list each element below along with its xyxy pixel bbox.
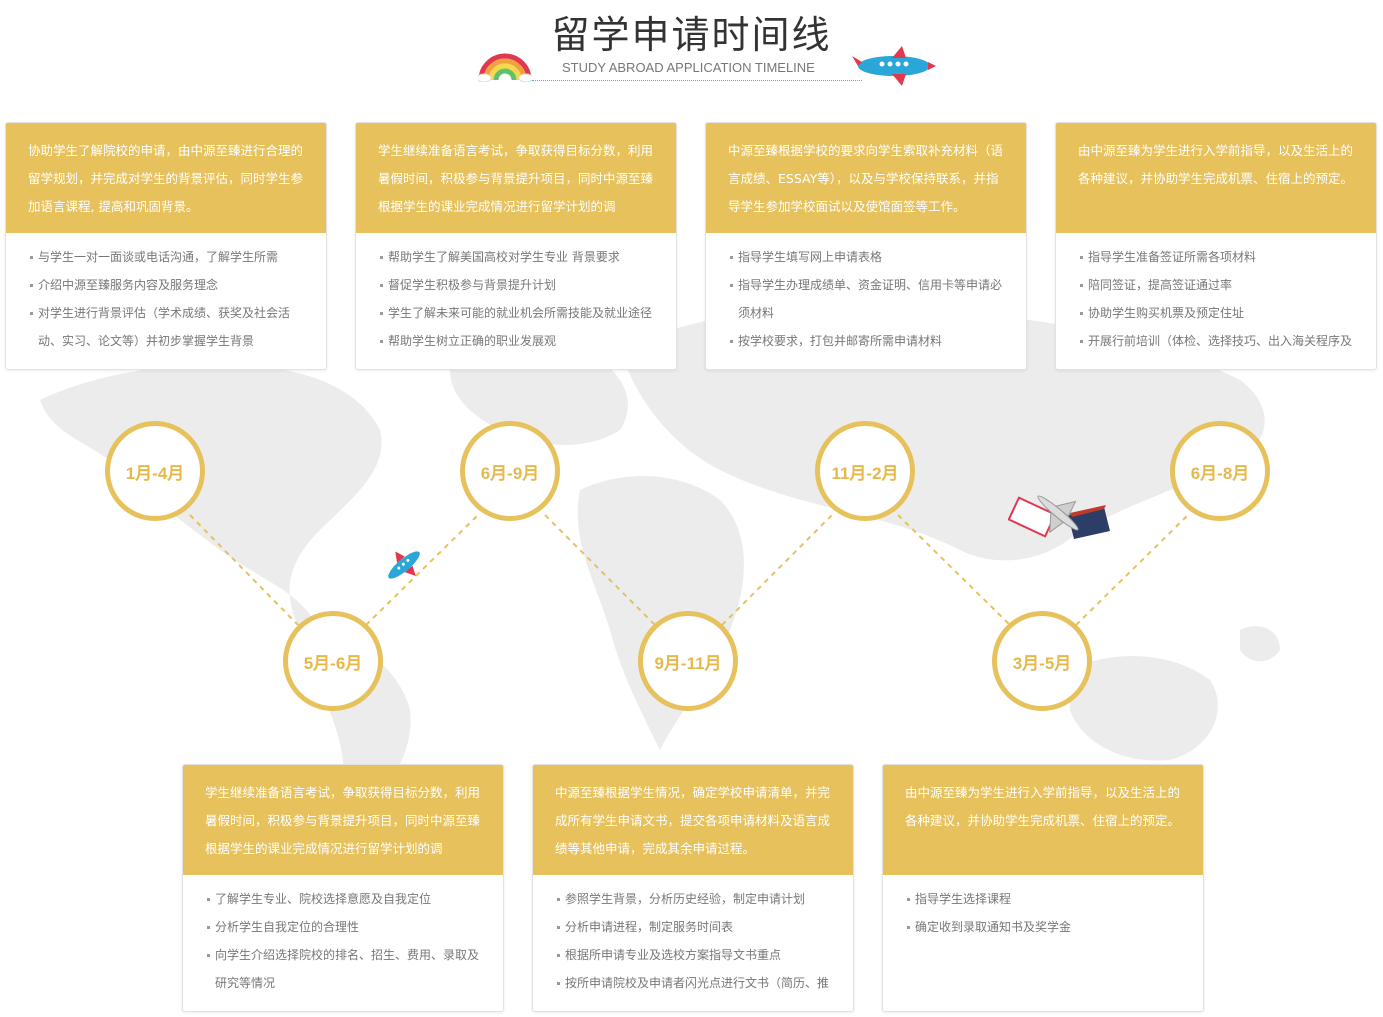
list-item: 对学生进行背景评估（学术成绩、获奖及社会活动、实习、论文等）并初步掌握学生背景 bbox=[30, 299, 310, 355]
card-summary: 学生继续准备语言考试，争取获得目标分数，利用暑假时间，积极参与背景提升项目，同时… bbox=[183, 765, 503, 875]
card-summary: 中源至臻根据学校的要求向学生索取补充材料（语言成绩、ESSAY等），以及与学校保… bbox=[706, 123, 1026, 233]
timeline-node-4: 9月-11月 bbox=[638, 611, 738, 711]
card-task-list: 参照学生背景，分析历史经验，制定申请计划 分析申请进程，制定服务时间表 根据所申… bbox=[533, 875, 853, 1003]
list-item: 分析申请进程，制定服务时间表 bbox=[557, 913, 837, 941]
timeline-node-6: 3月-5月 bbox=[992, 611, 1092, 711]
list-item: 督促学生积极参与背景提升计划 bbox=[380, 271, 660, 299]
list-item: 按学校要求，打包并邮寄所需申请材料 bbox=[730, 327, 1010, 355]
card-summary: 学生继续准备语言考试，争取获得目标分数，利用暑假时间，积极参与背景提升项目，同时… bbox=[356, 123, 676, 233]
timeline-card-top-2: 学生继续准备语言考试，争取获得目标分数，利用暑假时间，积极参与背景提升项目，同时… bbox=[355, 122, 677, 370]
timeline-card-bottom-1: 学生继续准备语言考试，争取获得目标分数，利用暑假时间，积极参与背景提升项目，同时… bbox=[182, 764, 504, 1012]
card-task-list: 指导学生准备签证所需各项材料 陪同签证，提高签证通过率 协助学生购买机票及预定住… bbox=[1056, 233, 1376, 361]
list-item: 向学生介绍选择院校的排名、招生、费用、录取及研究等情况 bbox=[207, 941, 487, 997]
timeline-card-top-3: 中源至臻根据学校的要求向学生索取补充材料（语言成绩、ESSAY等），以及与学校保… bbox=[705, 122, 1027, 370]
list-item: 帮助学生树立正确的职业发展观 bbox=[380, 327, 660, 355]
timeline-card-top-4: 由中源至臻为学生进行入学前指导，以及生活上的各种建议，并协助学生完成机票、住宿上… bbox=[1055, 122, 1377, 370]
list-item: 与学生一对一面谈或电话沟通，了解学生所需 bbox=[30, 243, 310, 271]
list-item: 开展行前培训（体检、选择技巧、出入海关程序及 bbox=[1080, 327, 1360, 355]
timeline-node-1: 1月-4月 bbox=[105, 421, 205, 521]
list-item: 了解学生专业、院校选择意愿及自我定位 bbox=[207, 885, 487, 913]
card-summary: 由中源至臻为学生进行入学前指导，以及生活上的各种建议，并协助学生完成机票、住宿上… bbox=[883, 765, 1203, 875]
list-item: 介绍中源至臻服务内容及服务理念 bbox=[30, 271, 310, 299]
tickets-airplane-icon bbox=[1008, 495, 1110, 539]
list-item: 陪同签证，提高签证通过率 bbox=[1080, 271, 1360, 299]
timeline-node-3: 6月-9月 bbox=[460, 421, 560, 521]
small-airplane-icon bbox=[388, 551, 420, 579]
list-item: 参照学生背景，分析历史经验，制定申请计划 bbox=[557, 885, 837, 913]
list-item: 指导学生填写网上申请表格 bbox=[730, 243, 1010, 271]
card-summary: 协助学生了解院校的申请，由中源至臻进行合理的留学规划，并完成对学生的背景评估，同… bbox=[6, 123, 326, 233]
list-item: 学生了解未来可能的就业机会所需技能及就业途径 bbox=[380, 299, 660, 327]
timeline-card-bottom-3: 由中源至臻为学生进行入学前指导，以及生活上的各种建议，并协助学生完成机票、住宿上… bbox=[882, 764, 1204, 1012]
list-item: 帮助学生了解美国高校对学生专业 背景要求 bbox=[380, 243, 660, 271]
list-item: 分析学生自我定位的合理性 bbox=[207, 913, 487, 941]
list-item: 确定收到录取通知书及奖学金 bbox=[907, 913, 1187, 941]
list-item: 指导学生准备签证所需各项材料 bbox=[1080, 243, 1360, 271]
list-item: 根据所申请专业及选校方案指导文书重点 bbox=[557, 941, 837, 969]
card-summary: 中源至臻根据学生情况，确定学校申请清单，并完成所有学生申请文书，提交各项申请材料… bbox=[533, 765, 853, 875]
card-task-list: 指导学生填写网上申请表格 指导学生办理成绩单、资金证明、信用卡等申请必须材料 按… bbox=[706, 233, 1026, 361]
timeline-node-2: 5月-6月 bbox=[283, 611, 383, 711]
list-item: 按所申请院校及申请者闪光点进行文书（简历、推 bbox=[557, 969, 837, 997]
card-task-list: 了解学生专业、院校选择意愿及自我定位 分析学生自我定位的合理性 向学生介绍选择院… bbox=[183, 875, 503, 1003]
list-item: 指导学生选择课程 bbox=[907, 885, 1187, 913]
timeline-card-top-1: 协助学生了解院校的申请，由中源至臻进行合理的留学规划，并完成对学生的背景评估，同… bbox=[5, 122, 327, 370]
list-item: 协助学生购买机票及预定住址 bbox=[1080, 299, 1360, 327]
timeline-card-bottom-2: 中源至臻根据学生情况，确定学校申请清单，并完成所有学生申请文书，提交各项申请材料… bbox=[532, 764, 854, 1012]
timeline-node-7: 6月-8月 bbox=[1170, 421, 1270, 521]
card-summary: 由中源至臻为学生进行入学前指导，以及生活上的各种建议，并协助学生完成机票、住宿上… bbox=[1056, 123, 1376, 233]
card-task-list: 与学生一对一面谈或电话沟通，了解学生所需 介绍中源至臻服务内容及服务理念 对学生… bbox=[6, 233, 326, 361]
card-task-list: 帮助学生了解美国高校对学生专业 背景要求 督促学生积极参与背景提升计划 学生了解… bbox=[356, 233, 676, 361]
timeline-node-5: 11月-2月 bbox=[815, 421, 915, 521]
list-item: 指导学生办理成绩单、资金证明、信用卡等申请必须材料 bbox=[730, 271, 1010, 327]
card-task-list: 指导学生选择课程 确定收到录取通知书及奖学金 bbox=[883, 875, 1203, 947]
